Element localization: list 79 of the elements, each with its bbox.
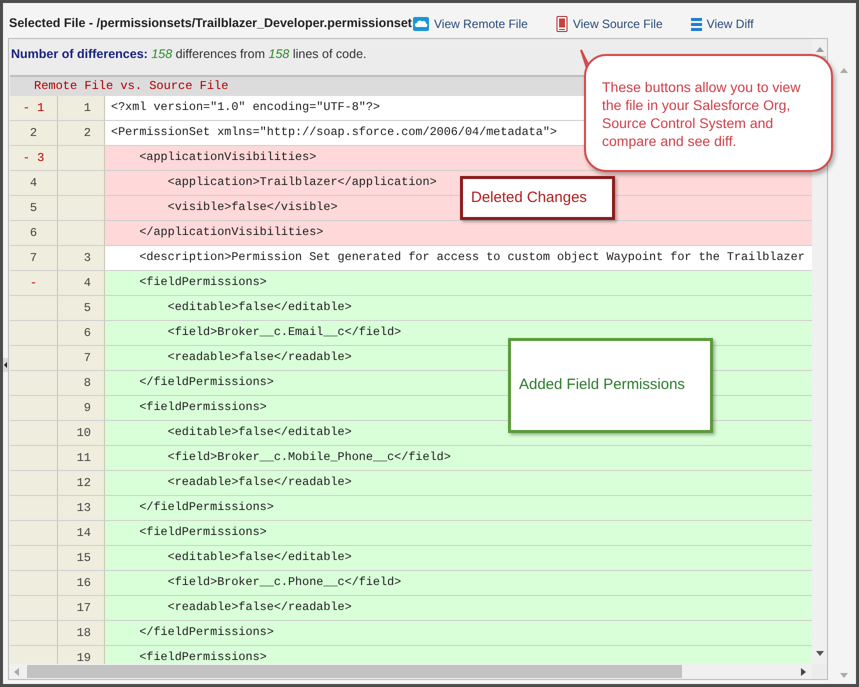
line-number-cell: 13 [58,496,105,520]
collapse-left-icon[interactable] [3,358,8,372]
line-number-cell: 16 [58,571,105,595]
scroll-up-icon[interactable] [816,47,824,52]
toolbar-link[interactable]: View Diff [690,15,754,33]
line-number-cell: 12 [58,471,105,495]
line-number-cell [10,571,58,595]
horizontal-scrollbar[interactable] [9,664,812,679]
code-cell: </fieldPermissions> [105,621,812,645]
cloud-icon [413,17,429,31]
line-number-cell [10,546,58,570]
line-number-cell [10,346,58,370]
toolbar-link[interactable]: View Source File [556,15,663,33]
line-number-cell: 15 [58,546,105,570]
line-number-cell: 4 [58,271,105,295]
code-cell: <description>Permission Set generated for access to custom object Waypoint for the Trailblazer [105,246,812,270]
code-cell: <readable>false</readable> [105,596,812,620]
line-number-cell [10,646,58,664]
line-number-cell [10,521,58,545]
line-number-cell: 7 [58,346,105,370]
line-number-cell: 5 [58,296,105,320]
code-cell: <fieldPermissions> [105,646,812,664]
code-cell: <editable>false</editable> [105,296,812,320]
scroll-up-icon[interactable] [840,68,848,73]
line-number-cell [10,321,58,345]
code-cell: <readable>false</readable> [105,471,812,495]
book-icon [556,16,568,32]
line-number-cell: 19 [58,646,105,664]
code-cell: <field>Broker__c.Mobile_Phone__c</field> [105,446,812,470]
callout-tooltip: These buttons allow you to view the file in your Salesforce Org, Source Control System and compare and see diff. [584,54,833,172]
line-number-cell: 1 [58,96,105,120]
line-number-cell: 5 [10,196,58,220]
code-cell: <fieldPermissions> [105,271,812,295]
line-number-cell: 18 [58,621,105,645]
code-cell: <field>Broker__c.Phone__c</field> [105,571,812,595]
line-number-cell [10,596,58,620]
toolbar-link[interactable]: View Remote File [413,15,528,33]
differences-summary: Number of differences: 158 differences from 158 lines of code. [10,46,368,63]
line-number-cell [10,421,58,445]
line-number-cell: - [10,271,58,295]
scrollbar-thumb[interactable] [27,665,682,678]
code-cell: <fieldPermissions> [105,521,812,545]
line-number-cell: 17 [58,596,105,620]
line-number-cell [10,496,58,520]
line-number-cell [58,196,105,220]
line-number-cell: 11 [58,446,105,470]
line-number-cell: 7 [10,246,58,270]
scroll-right-icon[interactable] [801,668,806,676]
line-number-cell [10,621,58,645]
code-cell: <editable>false</editable> [105,546,812,570]
line-number-cell: - 1 [10,96,58,120]
file-title: Selected File - /permissionsets/Trailblazer_Developer.permissionset [9,15,413,32]
line-number-cell [10,396,58,420]
line-number-cell: 10 [58,421,105,445]
line-number-cell: 14 [58,521,105,545]
code-cell: </fieldPermissions> [105,496,812,520]
line-number-cell: 8 [58,371,105,395]
line-number-cell [10,371,58,395]
line-number-cell: 2 [10,121,58,145]
list-icon [690,18,702,30]
code-cell: <field>Broker__c.Email__c</field> [105,321,812,345]
line-number-cell: 2 [58,121,105,145]
scroll-down-icon[interactable] [816,651,824,656]
line-number-cell [10,296,58,320]
annotation-label: Added Field Permissions [508,338,713,433]
line-number-cell: 3 [58,246,105,270]
line-number-cell [10,446,58,470]
annotation-label: Deleted Changes [460,176,615,220]
line-number-cell [58,221,105,245]
line-number-cell [58,146,105,170]
line-number-cell: 9 [58,396,105,420]
line-number-cell: 4 [10,171,58,195]
line-number-cell [10,471,58,495]
line-number-cell: 6 [10,221,58,245]
line-number-cell: - 3 [10,146,58,170]
code-cell: </applicationVisibilities> [105,221,812,245]
scroll-left-icon[interactable] [14,668,19,676]
line-number-cell [58,171,105,195]
line-number-cell: 6 [58,321,105,345]
